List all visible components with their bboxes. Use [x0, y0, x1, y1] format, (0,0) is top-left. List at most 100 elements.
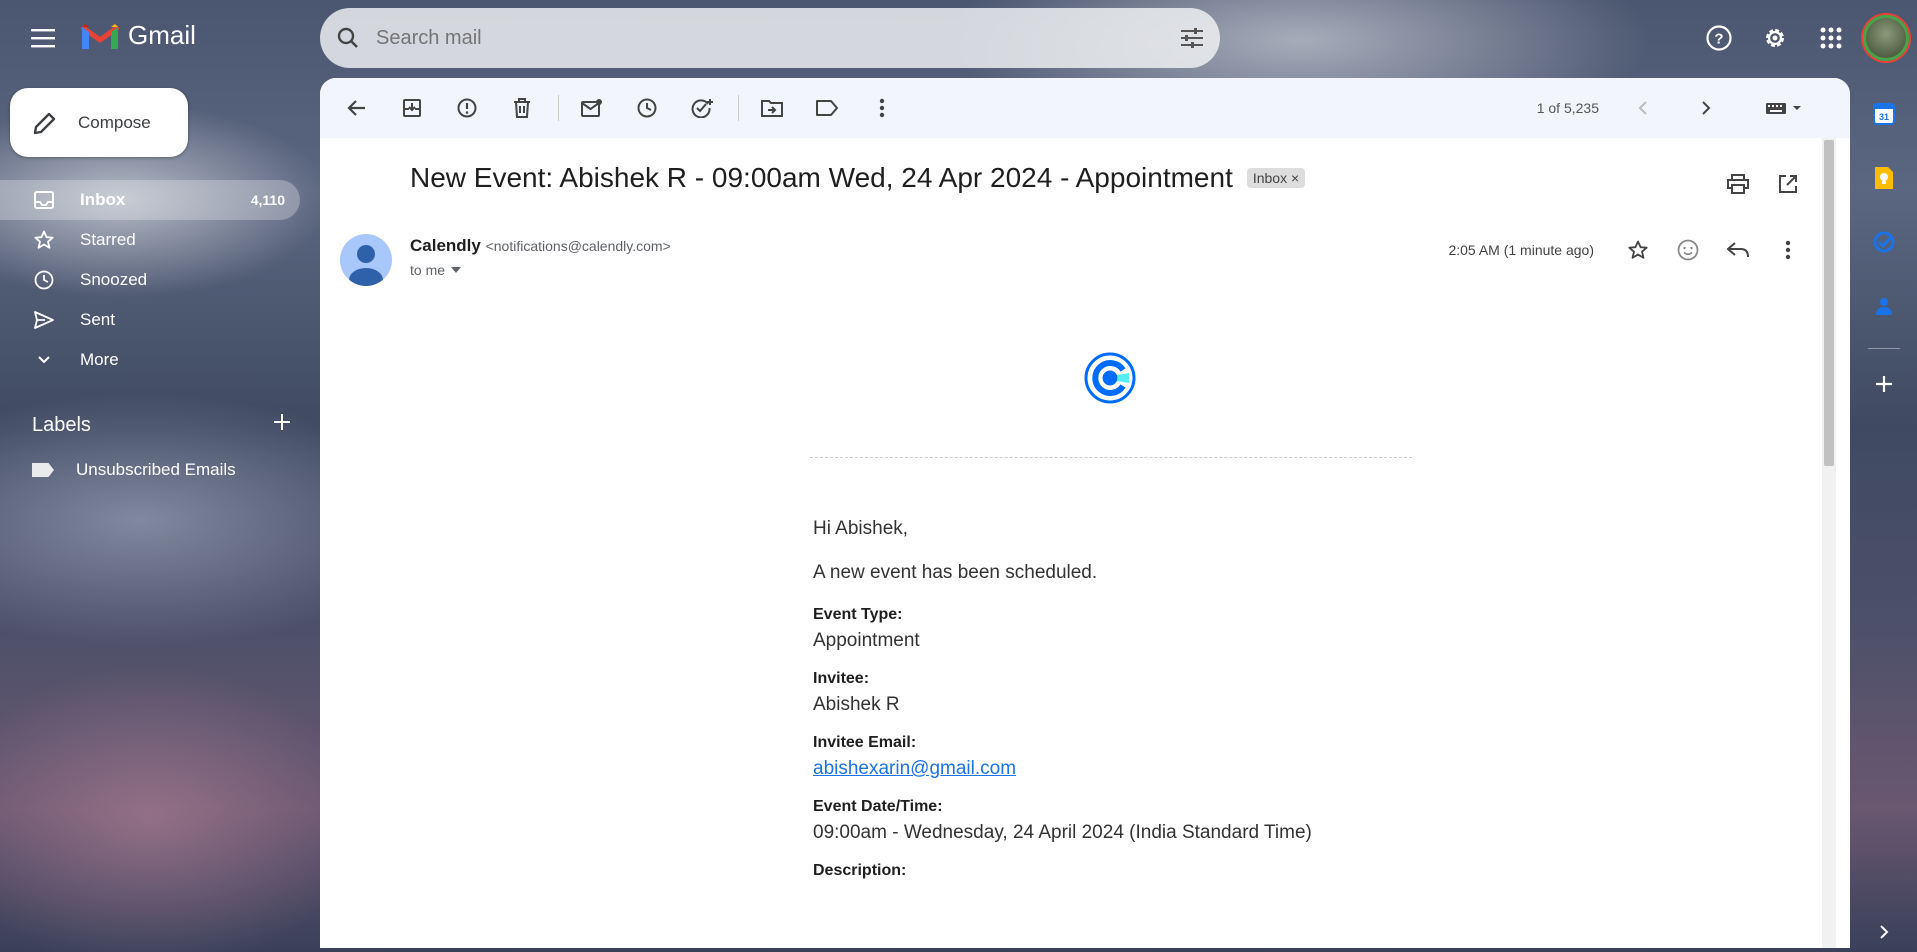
inbox-label-chip[interactable]: Inbox × — [1246, 168, 1306, 188]
search-input[interactable] — [376, 26, 1164, 50]
sidebar-item-label: Starred — [80, 230, 136, 249]
email-subject-row: New Event: Abishek R - 09:00am Wed, 24 A… — [410, 162, 1306, 194]
calendly-logo-icon — [1084, 352, 1136, 409]
sender-email: <notifications@calendly.com> — [485, 238, 671, 254]
search-options-icon[interactable] — [1164, 8, 1220, 68]
field-label: Event Type: — [813, 606, 903, 623]
sidebar-item-more[interactable]: More — [0, 340, 300, 380]
field-label: Description: — [813, 862, 907, 879]
email-body: Hi Abishek, A new event has been schedul… — [813, 518, 1513, 898]
report-spam-icon[interactable] — [446, 87, 488, 129]
add-label-icon[interactable] — [272, 412, 292, 438]
mark-unread-icon[interactable] — [571, 87, 613, 129]
sidebar-item-label: Snoozed — [80, 270, 148, 289]
help-icon[interactable]: ? — [1691, 12, 1747, 64]
input-tools-keyboard-icon[interactable] — [1761, 88, 1809, 128]
tasks-app-icon[interactable] — [1870, 228, 1898, 256]
search-bar[interactable] — [320, 8, 1220, 68]
recipient-details[interactable]: to me — [410, 262, 462, 278]
email-subject: New Event: Abishek R - 09:00am Wed, 24 A… — [410, 162, 1233, 193]
greeting: Hi Abishek, — [813, 518, 909, 539]
field-value: Abishek R — [813, 694, 900, 715]
more-vert-icon[interactable] — [1766, 228, 1810, 272]
search-icon[interactable] — [320, 8, 376, 68]
top-bar: Gmail ? — [0, 0, 1917, 76]
calendar-app-icon[interactable]: 31 — [1870, 100, 1898, 128]
open-new-window-icon[interactable] — [1768, 164, 1808, 204]
field-value: Appointment — [813, 630, 920, 651]
intro-text: A new event has been scheduled. — [813, 562, 1098, 583]
scrollbar[interactable] — [1822, 138, 1836, 948]
star-icon — [32, 230, 56, 250]
field-event-type: Event Type: Appointment — [813, 606, 1513, 652]
gmail-m-icon — [80, 23, 120, 49]
sender-name[interactable]: Calendly — [410, 236, 481, 255]
sidebar-item-starred[interactable]: Starred — [0, 220, 300, 260]
gmail-logo[interactable]: Gmail — [80, 20, 196, 51]
contacts-app-icon[interactable] — [1870, 292, 1898, 320]
label-unsubscribed-emails[interactable]: Unsubscribed Emails — [32, 460, 236, 480]
message-meta: 2:05 AM (1 minute ago) — [1448, 228, 1810, 272]
top-right-actions: ? — [1691, 12, 1917, 64]
sidebar-nav: Inbox 4,110 Starred Snoozed Sent More — [0, 180, 300, 380]
remove-label-icon[interactable]: × — [1291, 170, 1299, 186]
snooze-icon[interactable] — [626, 87, 668, 129]
field-invitee: Invitee: Abishek R — [813, 670, 1513, 716]
star-icon[interactable] — [1616, 228, 1660, 272]
svg-text:?: ? — [1714, 31, 1723, 48]
chip-text: Inbox — [1252, 170, 1288, 186]
sender-avatar[interactable] — [340, 234, 392, 286]
back-arrow-icon[interactable] — [336, 87, 378, 129]
newer-chevron-right-icon[interactable] — [1686, 88, 1726, 128]
hide-side-panel-chevron-icon[interactable] — [1870, 918, 1898, 946]
pagination: 1 of 5,235 — [1537, 78, 1822, 138]
move-to-folder-icon[interactable] — [751, 87, 793, 129]
recipient-text: to me — [410, 262, 446, 278]
thread-actions — [1718, 164, 1808, 204]
compose-label: Compose — [78, 112, 151, 132]
sidebar-item-sent[interactable]: Sent — [0, 300, 300, 340]
side-panel-divider — [1868, 348, 1900, 349]
field-event-datetime: Event Date/Time: 09:00am - Wednesday, 24… — [813, 798, 1513, 844]
content-divider — [810, 457, 1412, 458]
emoji-reaction-icon[interactable] — [1666, 228, 1710, 272]
apps-grid-icon[interactable] — [1803, 12, 1859, 64]
print-icon[interactable] — [1718, 164, 1758, 204]
get-addons-plus-icon[interactable] — [1870, 370, 1898, 398]
sidebar-item-snoozed[interactable]: Snoozed — [0, 260, 300, 300]
inbox-icon — [32, 191, 56, 209]
archive-icon[interactable] — [391, 87, 433, 129]
pencil-icon — [33, 112, 56, 134]
field-description: Description: — [813, 862, 1513, 880]
page-count: 1 of 5,235 — [1536, 100, 1599, 116]
toolbar-divider — [738, 95, 739, 121]
field-invitee-email: Invitee Email: abishexarin@gmail.com — [813, 734, 1513, 780]
more-vert-icon[interactable] — [861, 87, 903, 129]
older-chevron-left-icon[interactable] — [1623, 88, 1663, 128]
label-name: Unsubscribed Emails — [76, 460, 236, 479]
caret-down-icon — [451, 267, 462, 273]
field-label: Event Date/Time: — [813, 798, 943, 815]
app-name: Gmail — [128, 20, 196, 50]
keep-app-icon[interactable] — [1870, 164, 1898, 192]
compose-button[interactable]: Compose — [10, 88, 188, 157]
chevron-down-icon — [32, 355, 56, 365]
add-to-tasks-icon[interactable] — [681, 87, 723, 129]
invitee-email-link[interactable]: abishexarin@gmail.com — [813, 758, 1016, 779]
account-avatar[interactable] — [1863, 15, 1909, 61]
message-time: 2:05 AM (1 minute ago) — [1448, 242, 1594, 258]
email-toolbar: 1 of 5,235 — [320, 78, 1850, 138]
delete-trash-icon[interactable] — [501, 87, 543, 129]
scrollbar-thumb[interactable] — [1824, 140, 1834, 466]
sidebar-item-inbox[interactable]: Inbox 4,110 — [0, 180, 300, 220]
labels-header: Labels — [32, 412, 292, 438]
main-menu-icon[interactable] — [24, 18, 64, 58]
sidebar-item-label: More — [80, 350, 119, 369]
clock-icon — [32, 270, 56, 290]
settings-gear-icon[interactable] — [1747, 12, 1803, 64]
labels-title: Labels — [32, 413, 91, 436]
reply-icon[interactable] — [1716, 228, 1760, 272]
sidebar-item-label: Inbox — [80, 190, 126, 209]
send-icon — [32, 311, 56, 329]
label-icon[interactable] — [806, 87, 848, 129]
